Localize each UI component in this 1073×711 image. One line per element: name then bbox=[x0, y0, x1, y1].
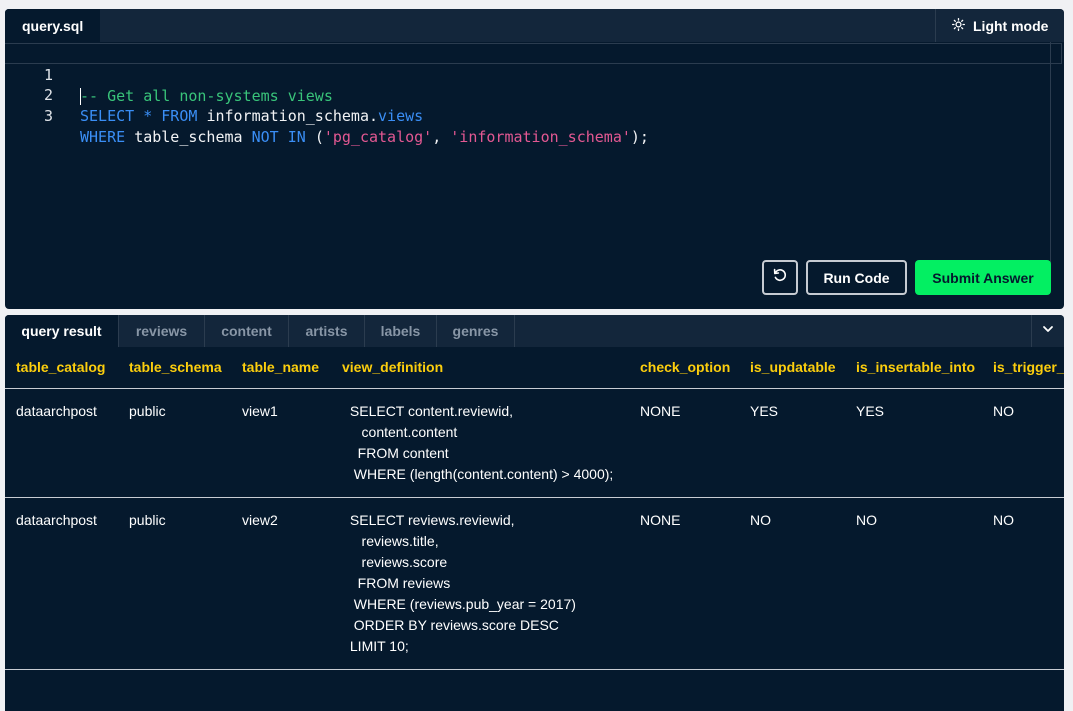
sql-identifier-column: table_schema bbox=[134, 128, 243, 146]
sun-icon bbox=[952, 17, 965, 34]
cell-table-catalog: dataarchpost bbox=[5, 388, 118, 498]
column-header-table-catalog[interactable]: table_catalog bbox=[5, 347, 118, 389]
column-header-is-updatable[interactable]: is_updatable bbox=[739, 347, 845, 389]
tab-artists[interactable]: artists bbox=[289, 315, 365, 347]
result-tabs: query result reviews content artists lab… bbox=[5, 315, 1064, 347]
cell-table-schema: public bbox=[118, 497, 231, 670]
collapse-results-button[interactable] bbox=[1031, 315, 1064, 347]
tab-genres[interactable]: genres bbox=[437, 315, 515, 347]
tab-labels[interactable]: labels bbox=[365, 315, 437, 347]
sql-paren-close: ); bbox=[630, 128, 649, 146]
tab-content[interactable]: content bbox=[205, 315, 289, 347]
cell-check-option: NONE bbox=[629, 388, 739, 498]
sql-operator-star: * bbox=[143, 107, 153, 125]
light-mode-toggle[interactable]: Light mode bbox=[935, 9, 1064, 42]
sql-identifier-schema: information_schema. bbox=[206, 107, 379, 125]
reset-icon bbox=[772, 267, 788, 288]
submit-answer-button[interactable]: Submit Answer bbox=[915, 260, 1051, 295]
reset-button[interactable] bbox=[762, 260, 798, 295]
sql-keyword-where: WHERE bbox=[80, 128, 126, 146]
code-editor[interactable]: 1 -- Get all non-systems views 2 SELECT … bbox=[5, 42, 1062, 267]
sql-string-information-schema: 'information_schema' bbox=[450, 128, 631, 146]
sql-keyword-from: FROM bbox=[161, 107, 198, 125]
column-header-view-definition[interactable]: view_definition bbox=[331, 347, 629, 389]
sql-paren-open: ( bbox=[314, 128, 324, 146]
sql-keyword-select: SELECT bbox=[80, 107, 135, 125]
column-header-check-option[interactable]: check_option bbox=[629, 347, 739, 389]
sql-comma: , bbox=[432, 128, 442, 146]
result-panel: query result reviews content artists lab… bbox=[5, 315, 1064, 711]
line-number: 3 bbox=[43, 107, 53, 125]
sql-identifier-views: views bbox=[378, 107, 424, 125]
tab-reviews[interactable]: reviews bbox=[119, 315, 205, 347]
table-header-row: table_catalog table_schema table_name vi… bbox=[5, 347, 1064, 389]
cell-table-catalog: dataarchpost bbox=[5, 497, 118, 670]
editor-panel: query.sql Light mode 1 -- Get all non-sy… bbox=[5, 9, 1064, 309]
column-header-is-trigger[interactable]: is_trigger_ bbox=[982, 347, 1064, 389]
table-row: dataarchpost public view1 SELECT content… bbox=[5, 388, 1064, 498]
sql-string-pg-catalog: 'pg_catalog' bbox=[323, 128, 433, 146]
code-line-2[interactable]: 2 SELECT * FROM information_schema.views bbox=[5, 64, 1050, 125]
light-mode-label: Light mode bbox=[973, 17, 1049, 34]
result-table: table_catalog table_schema table_name vi… bbox=[5, 347, 1064, 670]
cell-is-insertable-into: NO bbox=[845, 497, 982, 670]
sql-keyword-not: NOT bbox=[251, 128, 279, 146]
cell-is-trigger: NO bbox=[982, 388, 1064, 498]
cell-table-schema: public bbox=[118, 388, 231, 498]
code-line-1[interactable]: 1 -- Get all non-systems views bbox=[5, 43, 1062, 105]
cell-is-updatable: NO bbox=[739, 497, 845, 670]
sql-keyword-in: IN bbox=[287, 128, 306, 146]
file-tab-query-sql[interactable]: query.sql bbox=[5, 9, 100, 42]
cell-is-insertable-into: YES bbox=[845, 388, 982, 498]
tab-query-result[interactable]: query result bbox=[5, 315, 119, 347]
column-header-is-insertable-into[interactable]: is_insertable_into bbox=[845, 347, 982, 389]
cell-is-updatable: YES bbox=[739, 388, 845, 498]
cell-table-name: view2 bbox=[231, 497, 331, 670]
cell-is-trigger: NO bbox=[982, 497, 1064, 670]
column-header-table-name[interactable]: table_name bbox=[231, 347, 331, 389]
column-header-table-schema[interactable]: table_schema bbox=[118, 347, 231, 389]
run-code-button[interactable]: Run Code bbox=[806, 260, 907, 295]
cell-check-option: NONE bbox=[629, 497, 739, 670]
cell-view-definition: SELECT reviews.reviewid, reviews.title, … bbox=[331, 497, 629, 670]
cell-table-name: view1 bbox=[231, 388, 331, 498]
chevron-down-icon bbox=[1042, 322, 1054, 340]
editor-header: query.sql Light mode bbox=[5, 9, 1064, 42]
table-row: dataarchpost public view2 SELECT reviews… bbox=[5, 497, 1064, 670]
code-line-3[interactable]: 3 WHERE table_schema NOT IN ('pg_catalog… bbox=[5, 85, 1050, 146]
cell-view-definition: SELECT content.reviewid, content.content… bbox=[331, 388, 629, 498]
editor-scrollbar[interactable] bbox=[1050, 42, 1051, 264]
